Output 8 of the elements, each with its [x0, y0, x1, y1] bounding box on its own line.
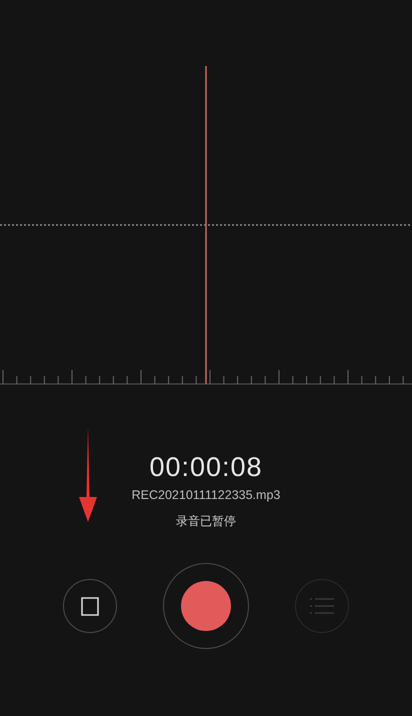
recording-status: 录音已暂停 — [176, 513, 236, 529]
file-name: REC20210111122335.mp3 — [132, 487, 280, 503]
record-dot-icon — [181, 581, 231, 631]
record-button[interactable] — [163, 563, 249, 649]
stop-button[interactable] — [63, 579, 117, 633]
recording-timer: 00:00:08 — [149, 451, 263, 483]
list-icon — [310, 597, 334, 615]
square-icon — [81, 596, 99, 616]
